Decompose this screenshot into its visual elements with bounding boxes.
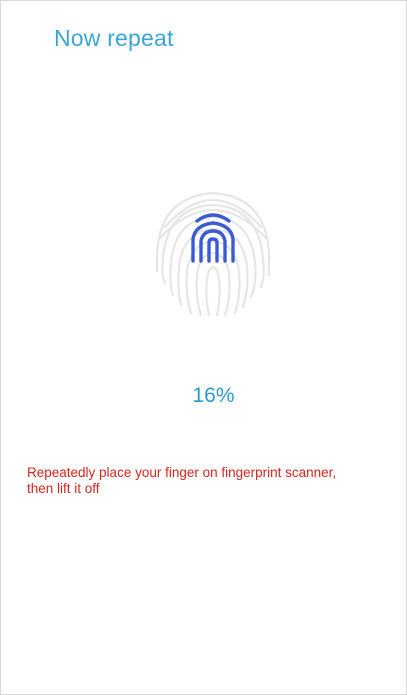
page-title: Now repeat (54, 25, 174, 51)
fingerprint-icon (155, 191, 271, 317)
enrollment-progress-percent: 16% (192, 384, 235, 407)
enrollment-instruction: Repeatedly place your finger on fingerpr… (27, 465, 337, 496)
fingerprint-ghost-ridges (155, 191, 271, 317)
fingerprint-sensor-area (151, 179, 275, 319)
enrollment-screen: Now repeat 16% Repeatedly place your fin… (0, 0, 407, 695)
